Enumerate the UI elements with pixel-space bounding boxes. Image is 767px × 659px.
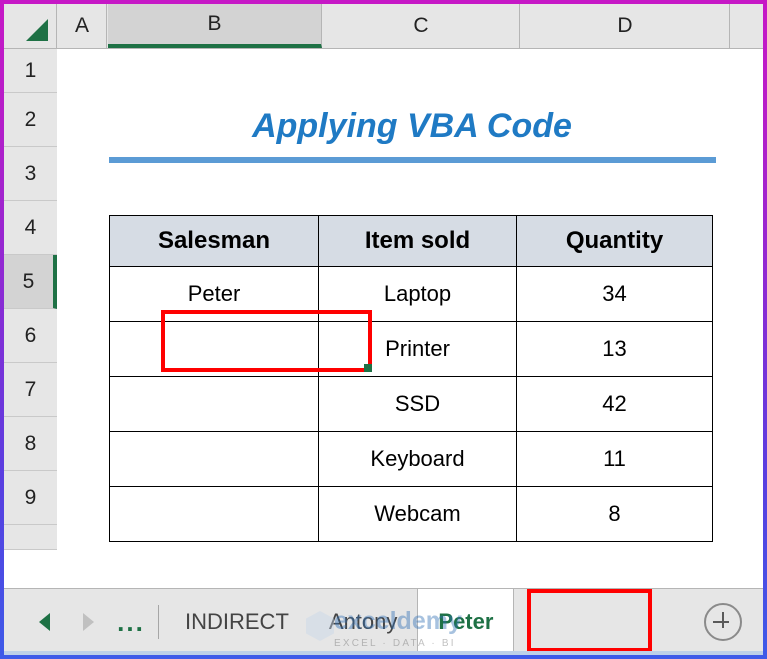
excel-window-inner: Applying VBA Code Salesman Item sold Qua… (4, 4, 763, 655)
cell-quantity[interactable]: 13 (516, 321, 713, 377)
active-tab-highlight-box (527, 589, 652, 652)
sheet-tab-list: INDIRECT Antony Peter (165, 589, 515, 655)
cell-item[interactable]: SSD (318, 376, 517, 432)
column-header-bar: A B C D (4, 4, 763, 49)
table-row[interactable]: Printer 13 (109, 321, 713, 377)
sheet-nav-arrows: ... (4, 600, 152, 644)
tab-bar-divider (158, 605, 159, 639)
table-row[interactable]: Webcam 8 (109, 486, 713, 542)
last-sheet-button[interactable] (66, 600, 110, 644)
table-row[interactable]: SSD 42 (109, 376, 713, 432)
row-header-2[interactable]: 2 (4, 93, 57, 147)
add-sheet-button[interactable] (701, 600, 745, 644)
select-all-button[interactable] (4, 4, 57, 48)
column-header-b[interactable]: B (108, 4, 322, 48)
cell-item[interactable]: Laptop (318, 266, 517, 322)
column-header-a[interactable]: A (58, 4, 107, 48)
row-header-4[interactable]: 4 (4, 201, 57, 255)
row-header-5[interactable]: 5 (4, 255, 57, 309)
column-header-item-sold: Item sold (318, 215, 517, 267)
select-all-triangle-icon (26, 19, 48, 41)
sheet-tab-antony[interactable]: Antony (309, 589, 418, 655)
triangle-right-icon (82, 613, 94, 631)
cell-quantity[interactable]: 11 (516, 431, 713, 487)
cell-salesman[interactable] (109, 376, 319, 432)
triangle-left-icon (38, 613, 50, 631)
cell-quantity[interactable]: 8 (516, 486, 713, 542)
plus-circle-icon (704, 603, 742, 641)
cell-quantity[interactable]: 34 (516, 266, 713, 322)
cell-salesman[interactable] (109, 431, 319, 487)
table-row[interactable]: Keyboard 11 (109, 431, 713, 487)
column-header-d[interactable]: D (521, 4, 730, 48)
row-header-3[interactable]: 3 (4, 147, 57, 201)
title-underline-rule (109, 157, 716, 163)
sheet-tab-bar: ... INDIRECT Antony Peter (4, 588, 763, 655)
table-header-row: Salesman Item sold Quantity (109, 215, 713, 267)
cell-salesman[interactable] (109, 486, 319, 542)
cell-salesman[interactable] (109, 321, 319, 377)
first-sheet-button[interactable] (22, 600, 66, 644)
cell-item[interactable]: Printer (318, 321, 517, 377)
sheet-overflow-button[interactable]: ... (110, 600, 152, 644)
table-row[interactable]: Peter Laptop 34 (109, 266, 713, 322)
cell-salesman[interactable]: Peter (109, 266, 319, 322)
sales-data-table: Salesman Item sold Quantity Peter Laptop… (109, 215, 713, 542)
sheet-tab-peter[interactable]: Peter (417, 589, 515, 655)
row-header-bar: 1 2 3 4 5 6 7 8 9 (4, 49, 57, 550)
excel-window: Applying VBA Code Salesman Item sold Qua… (0, 0, 767, 659)
row-header-6[interactable]: 6 (4, 309, 57, 363)
row-header-9[interactable]: 9 (4, 471, 57, 525)
sheet-grid-canvas[interactable]: Applying VBA Code Salesman Item sold Qua… (58, 49, 763, 655)
column-header-quantity: Quantity (516, 215, 713, 267)
cell-quantity[interactable]: 42 (516, 376, 713, 432)
column-header-c[interactable]: C (323, 4, 520, 48)
sheet-tab-indirect[interactable]: INDIRECT (165, 589, 309, 655)
column-header-salesman: Salesman (109, 215, 319, 267)
row-header-7[interactable]: 7 (4, 363, 57, 417)
cell-item[interactable]: Webcam (318, 486, 517, 542)
row-header-8[interactable]: 8 (4, 417, 57, 471)
row-header-1[interactable]: 1 (4, 49, 57, 93)
row-header-10[interactable] (4, 525, 57, 550)
cell-item[interactable]: Keyboard (318, 431, 517, 487)
page-title: Applying VBA Code (252, 107, 572, 145)
